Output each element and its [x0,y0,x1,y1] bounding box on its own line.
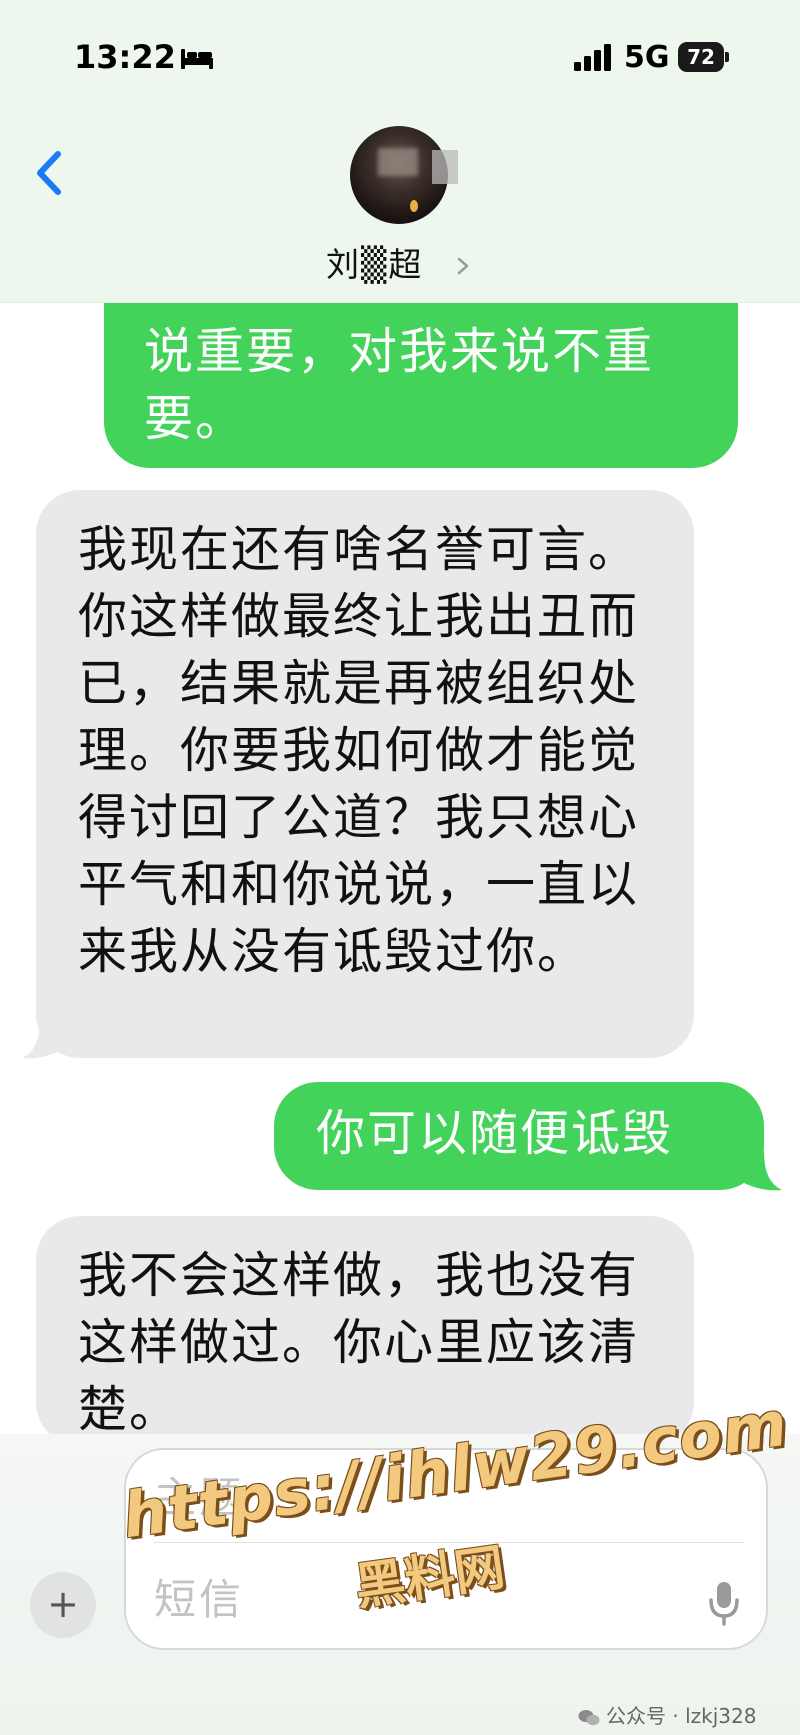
status-time: 13:22 [74,38,176,76]
chevron-right-icon[interactable] [456,256,470,276]
battery-level: 72 [678,42,724,72]
bubble-tail [742,1152,782,1191]
plus-icon: + [47,1582,79,1626]
conversation-header: 13:22 5G 72 刘▒超 [0,0,800,303]
footer-credit: 公众号 · lzkj328 [578,1700,756,1729]
privacy-mosaic [432,150,458,184]
message-bubble-incoming[interactable]: 我不会这样做，我也没有这样做过。你心里应该清楚。 [36,1216,694,1446]
footer-credit-text: 公众号 · lzkj328 [606,1704,757,1728]
message-text: 我现在还有啥名誉可言。你这样做最终让我出丑而已，结果就是再被组织处理。你要我如何… [78,521,640,980]
microphone-icon[interactable] [706,1578,742,1628]
battery-icon: 72 [678,42,730,72]
bed-icon [181,49,213,69]
add-attachment-button[interactable]: + [30,1572,96,1638]
message-bubble-outgoing[interactable]: 你可以随便诋毁 [274,1082,764,1190]
signal-icon [574,44,611,71]
network-type: 5G [624,40,670,75]
bubble-tail [22,1020,62,1059]
contact-name[interactable]: 刘▒超 [326,238,423,286]
message-text: 你可以随便诋毁 [316,1105,674,1162]
back-chevron-icon[interactable] [30,148,68,198]
message-bubble-incoming[interactable]: 我现在还有啥名誉可言。你这样做最终让我出丑而已，结果就是再被组织处理。你要我如何… [36,490,694,1058]
wechat-icon [578,1709,600,1725]
message-text: 说重要，对我来说不重要。 [144,323,655,447]
message-input[interactable]: 短信 [154,1566,244,1627]
